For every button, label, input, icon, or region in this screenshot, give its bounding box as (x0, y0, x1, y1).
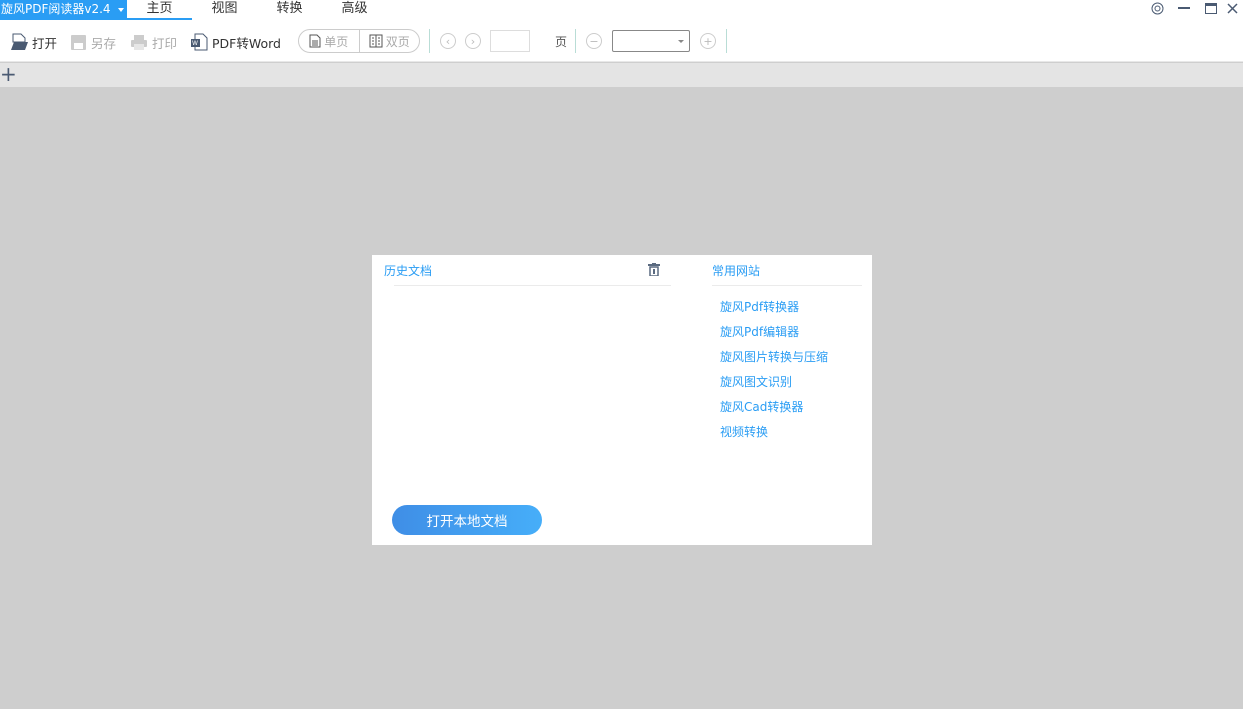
single-page-button[interactable]: 单页 (299, 30, 359, 52)
double-page-icon (369, 34, 383, 48)
page-unit-label: 页 (555, 35, 568, 49)
divider (394, 285, 671, 286)
minus-icon: − (589, 34, 599, 48)
site-link[interactable]: 旋风Cad转换器 (720, 398, 803, 415)
printer-icon (131, 34, 147, 50)
zoom-select[interactable] (612, 30, 690, 52)
app-menu-button[interactable]: 旋风PDF阅读器v2.4 (0, 0, 127, 20)
divider (575, 29, 576, 53)
open-button[interactable]: 打开 (10, 32, 57, 52)
minimize-icon[interactable] (1173, 0, 1195, 16)
chevron-down-icon (118, 8, 124, 12)
settings-icon[interactable] (1146, 0, 1168, 16)
site-link[interactable]: 视频转换 (720, 423, 768, 440)
sites-title: 常用网站 (712, 264, 761, 278)
tab-advanced[interactable]: 高级 (322, 0, 387, 20)
page-number-input[interactable] (490, 30, 530, 52)
single-page-icon (309, 34, 321, 48)
print-button[interactable]: 打印 (130, 32, 177, 52)
toolbar: 打开 另存 打印 W PDF转Word 单页 双页 ‹ › 页 − + (0, 20, 1243, 62)
plus-icon: + (703, 34, 713, 48)
open-folder-icon (11, 33, 28, 50)
close-icon[interactable] (1221, 0, 1243, 16)
print-label: 打印 (152, 35, 178, 51)
single-page-label: 单页 (324, 34, 349, 49)
save-icon (71, 34, 86, 50)
history-title: 历史文档 (384, 264, 433, 278)
pdf-to-word-button[interactable]: W PDF转Word (190, 32, 281, 52)
zoom-in-button[interactable]: + (700, 33, 716, 49)
tab-convert[interactable]: 转换 (257, 0, 322, 20)
next-page-button[interactable]: › (465, 33, 481, 49)
double-page-label: 双页 (385, 34, 410, 49)
word-document-icon: W (191, 33, 208, 51)
save-as-label: 另存 (91, 35, 117, 51)
divider (429, 29, 430, 53)
chevron-right-icon: › (470, 34, 476, 48)
document-tab-strip: + (0, 63, 1243, 87)
start-panel: 历史文档 常用网站 旋风Pdf转换器 旋风Pdf编辑器 旋风图片转换与压缩 旋风… (372, 255, 872, 545)
pdf-to-word-label: PDF转Word (212, 35, 281, 51)
app-title: 旋风PDF阅读器v2.4 (1, 2, 111, 16)
save-as-button[interactable]: 另存 (70, 32, 116, 52)
chevron-left-icon: ‹ (445, 34, 451, 48)
chevron-down-icon (678, 40, 684, 43)
svg-text:W: W (192, 40, 198, 47)
trash-icon[interactable] (648, 263, 660, 279)
page-mode-toggle: 单页 双页 (298, 29, 420, 53)
prev-page-button[interactable]: ‹ (440, 33, 456, 49)
maximize-icon[interactable] (1200, 0, 1222, 16)
site-link[interactable]: 旋风Pdf转换器 (720, 298, 799, 315)
site-link[interactable]: 旋风图文识别 (720, 373, 792, 390)
tab-view[interactable]: 视图 (192, 0, 257, 20)
title-bar: 旋风PDF阅读器v2.4 主页 视图 转换 高级 (0, 0, 1243, 20)
divider (712, 285, 862, 286)
site-link[interactable]: 旋风图片转换与压缩 (720, 348, 828, 365)
tab-home[interactable]: 主页 (127, 0, 192, 20)
open-local-document-button[interactable]: 打开本地文档 (392, 505, 542, 535)
zoom-out-button[interactable]: − (586, 33, 602, 49)
divider (726, 29, 727, 53)
open-label: 打开 (32, 35, 58, 51)
add-tab-button[interactable]: + (0, 63, 17, 85)
site-link[interactable]: 旋风Pdf编辑器 (720, 323, 799, 340)
double-page-button[interactable]: 双页 (358, 30, 420, 52)
